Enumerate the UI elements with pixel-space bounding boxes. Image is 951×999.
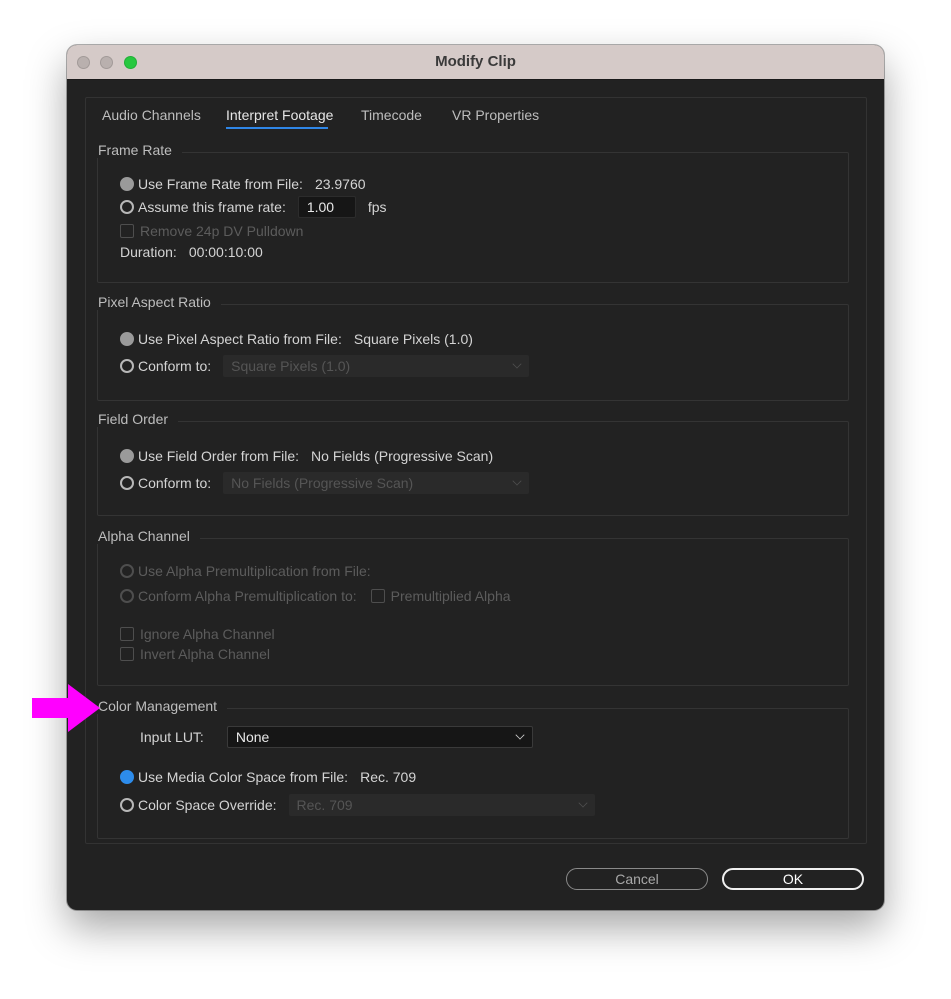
radio-button[interactable]	[120, 476, 134, 490]
premultiplied-alpha-label: Premultiplied Alpha	[390, 588, 511, 604]
premultiplied-alpha-checkbox	[370, 589, 385, 603]
select-value: No Fields (Progressive Scan)	[231, 475, 414, 491]
radio-button	[120, 564, 134, 578]
file-frame-rate-value: 23.9760	[314, 176, 366, 192]
frame-rate-input[interactable]	[297, 196, 356, 218]
use-frame-rate-from-file-option[interactable]: Use Frame Rate from File: 23.9760	[120, 176, 366, 192]
pixel-aspect-ratio-title: Pixel Aspect Ratio	[88, 294, 221, 310]
duration-label: Duration:	[120, 244, 177, 260]
input-lut-row: Input LUT: None	[140, 726, 533, 748]
conform-field-order-option[interactable]: Conform to: No Fields (Progressive Scan)	[120, 472, 530, 494]
tab-vr-properties[interactable]: VR Properties	[452, 107, 539, 123]
frame-rate-title: Frame Rate	[88, 142, 182, 158]
alpha-channel-group: Alpha Channel Use Alpha Premultiplicatio…	[88, 528, 849, 686]
assume-frame-rate-option[interactable]: Assume this frame rate: fps	[120, 196, 387, 218]
option-label: Use Field Order from File:	[138, 448, 300, 464]
duration-row: Duration: 00:00:10:00	[120, 244, 263, 260]
ignore-alpha-option: Ignore Alpha Channel	[120, 626, 275, 642]
input-lut-label: Input LUT:	[140, 729, 204, 745]
option-label: Use Frame Rate from File:	[138, 176, 303, 192]
cancel-button[interactable]: Cancel	[566, 868, 708, 890]
option-label: Conform to:	[138, 358, 212, 374]
file-par-value: Square Pixels (1.0)	[353, 331, 473, 347]
title-bar: Modify Clip	[67, 45, 884, 80]
tab-timecode[interactable]: Timecode	[361, 107, 422, 123]
radio-button[interactable]	[120, 200, 134, 214]
radio-button[interactable]	[120, 359, 134, 373]
remove-pulldown-option: Remove 24p DV Pulldown	[120, 223, 303, 239]
option-label: Remove 24p DV Pulldown	[140, 223, 304, 239]
color-management-title: Color Management	[88, 698, 228, 714]
radio-button[interactable]	[120, 332, 134, 346]
radio-button[interactable]	[120, 770, 134, 784]
alpha-channel-title: Alpha Channel	[88, 528, 200, 544]
chevron-down-icon	[512, 359, 522, 369]
option-label: Conform to:	[138, 475, 212, 491]
media-color-space-value: Rec. 709	[360, 769, 417, 785]
select-value: Square Pixels (1.0)	[231, 358, 351, 374]
conform-field-order-select: No Fields (Progressive Scan)	[223, 472, 530, 494]
checkbox	[120, 627, 134, 641]
option-label: Use Media Color Space from File:	[138, 769, 349, 785]
chevron-down-icon	[577, 798, 588, 808]
chevron-down-icon	[512, 476, 522, 486]
use-field-order-from-file-option[interactable]: Use Field Order from File: No Fields (Pr…	[120, 448, 493, 464]
radio-button	[120, 589, 134, 603]
conform-alpha-option: Conform Alpha Premultiplication to: Prem…	[120, 588, 511, 604]
use-media-color-space-option[interactable]: Use Media Color Space from File: Rec. 70…	[120, 769, 416, 785]
use-alpha-from-file-option: Use Alpha Premultiplication from File:	[120, 563, 371, 579]
ok-button[interactable]: OK	[722, 868, 864, 890]
chevron-down-icon	[515, 730, 525, 740]
option-label: Conform Alpha Premultiplication to:	[138, 588, 357, 604]
select-value: Rec. 709	[296, 797, 353, 813]
annotation-arrow-icon	[32, 684, 100, 732]
radio-button[interactable]	[120, 798, 134, 812]
duration-value: 00:00:10:00	[188, 244, 263, 260]
option-label: Use Pixel Aspect Ratio from File:	[138, 331, 342, 347]
checkbox	[120, 647, 134, 661]
window-title: Modify Clip	[435, 53, 516, 70]
option-label: Color Space Override:	[138, 797, 277, 813]
color-space-override-select: Rec. 709	[288, 794, 595, 816]
color-management-group: Color Management Input LUT: None Use Med…	[88, 698, 849, 839]
active-tab-indicator	[226, 127, 328, 129]
use-par-from-file-option[interactable]: Use Pixel Aspect Ratio from File: Square…	[120, 331, 473, 347]
modify-clip-dialog: Modify Clip Audio Channels Interpret Foo…	[67, 45, 884, 910]
tab-audio-channels[interactable]: Audio Channels	[102, 107, 201, 123]
field-order-title: Field Order	[88, 411, 179, 427]
option-label: Ignore Alpha Channel	[140, 626, 275, 642]
color-space-override-option[interactable]: Color Space Override: Rec. 709	[120, 794, 595, 816]
input-lut-select[interactable]: None	[226, 726, 533, 748]
file-field-order-value: No Fields (Progressive Scan)	[311, 448, 494, 464]
pixel-aspect-ratio-group: Pixel Aspect Ratio Use Pixel Aspect Rati…	[88, 294, 849, 401]
option-label: Assume this frame rate:	[138, 199, 286, 215]
conform-par-select: Square Pixels (1.0)	[223, 355, 530, 377]
checkbox	[120, 224, 134, 238]
conform-par-option[interactable]: Conform to: Square Pixels (1.0)	[120, 355, 530, 377]
frame-rate-group: Frame Rate Use Frame Rate from File: 23.…	[88, 142, 849, 283]
select-value: None	[235, 729, 270, 745]
fps-unit-label: fps	[367, 199, 387, 215]
option-label: Use Alpha Premultiplication from File:	[138, 563, 371, 579]
option-label: Invert Alpha Channel	[140, 646, 270, 662]
radio-button[interactable]	[120, 449, 134, 463]
field-order-group: Field Order Use Field Order from File: N…	[88, 411, 849, 516]
radio-button[interactable]	[120, 177, 134, 191]
invert-alpha-option: Invert Alpha Channel	[120, 646, 270, 662]
tab-interpret-footage[interactable]: Interpret Footage	[226, 107, 333, 123]
